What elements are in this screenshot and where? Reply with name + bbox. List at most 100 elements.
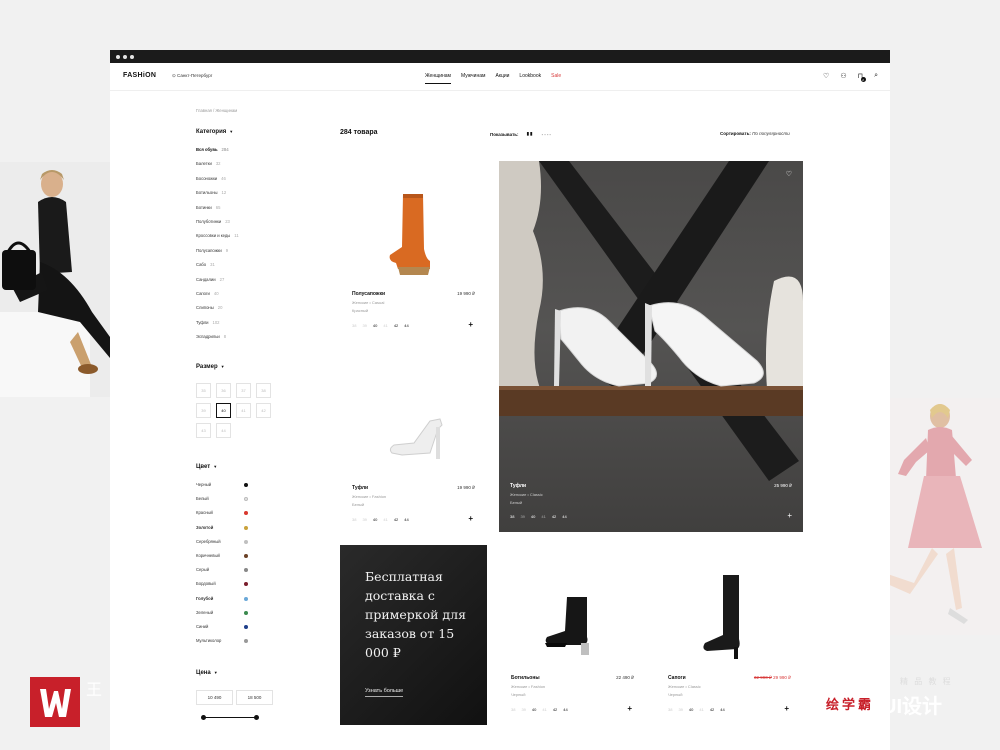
price-to-input[interactable]: 18 500: [236, 690, 273, 705]
size-chip[interactable]: 38: [510, 514, 514, 519]
size-chip[interactable]: 39: [362, 517, 366, 522]
category-item[interactable]: Сандалии 27: [196, 277, 256, 291]
favorite-heart-icon[interactable]: ♡: [786, 170, 792, 178]
category-item[interactable]: Босоножки 46: [196, 176, 256, 190]
product-card[interactable]: Сапоги 32 990 ₽ 29 990 ₽ Женские • Class…: [656, 545, 803, 725]
size-chip[interactable]: 39: [520, 514, 524, 519]
nav-item-women[interactable]: Женщинам: [425, 73, 451, 84]
featured-product-name[interactable]: Туфли: [510, 483, 526, 489]
category-item[interactable]: Сабо 31: [196, 262, 256, 276]
breadcrumb[interactable]: Главная / Женщинам: [196, 108, 237, 113]
color-option[interactable]: Бордовый: [196, 581, 248, 595]
nav-item-lookbook[interactable]: Lookbook: [519, 73, 541, 84]
window-dot[interactable]: [116, 54, 120, 59]
size-chip[interactable]: 44: [404, 323, 408, 328]
category-item[interactable]: Полусапожки 9: [196, 248, 256, 262]
color-option[interactable]: Черный: [196, 482, 248, 496]
size-chip[interactable]: 38: [668, 707, 672, 712]
size-chip[interactable]: 42: [553, 707, 557, 712]
window-dot[interactable]: [123, 54, 127, 59]
add-to-cart-plus-icon[interactable]: +: [468, 320, 473, 329]
size-chip[interactable]: 40: [532, 707, 536, 712]
product-card[interactable]: Полусапожки 19 990 ₽ Женские • Casual Кр…: [340, 161, 487, 341]
size-chip[interactable]: 41: [383, 323, 387, 328]
size-chip[interactable]: 40: [373, 517, 377, 522]
size-chip[interactable]: 44: [404, 517, 408, 522]
price-from-input[interactable]: 10 490: [196, 690, 233, 705]
sort-dropdown[interactable]: Сортировать: По популярности: [720, 131, 790, 136]
color-option[interactable]: Белый: [196, 496, 248, 510]
site-logo[interactable]: FASHiON: [123, 72, 156, 79]
product-image[interactable]: [701, 573, 761, 663]
size-chip[interactable]: 44: [562, 514, 566, 519]
product-name[interactable]: Туфли: [352, 485, 368, 491]
promo-learn-more-link[interactable]: Узнать больше: [365, 688, 404, 697]
color-option[interactable]: Синий: [196, 624, 248, 638]
size-chip[interactable]: 38: [352, 517, 356, 522]
size-chip[interactable]: 39: [678, 707, 682, 712]
size-chip[interactable]: 41: [542, 707, 546, 712]
size-chip[interactable]: 40: [689, 707, 693, 712]
price-range-slider[interactable]: [201, 715, 259, 720]
size-chip[interactable]: 40: [373, 323, 377, 328]
add-to-cart-plus-icon[interactable]: +: [468, 514, 473, 523]
size-option[interactable]: 42: [256, 403, 271, 418]
user-icon[interactable]: ⚇: [840, 72, 846, 85]
product-name[interactable]: Сапоги: [668, 675, 686, 681]
category-item[interactable]: Туфли 102: [196, 320, 256, 334]
color-option[interactable]: Серый: [196, 567, 248, 581]
size-chip[interactable]: 39: [362, 323, 366, 328]
size-chip[interactable]: 41: [541, 514, 545, 519]
color-option[interactable]: Зеленый: [196, 610, 248, 624]
product-image[interactable]: [537, 593, 607, 663]
product-name[interactable]: Полусапожки: [352, 291, 385, 297]
product-card[interactable]: Ботильоны 22 490 ₽ Женские • Fashion Чер…: [499, 545, 646, 725]
category-item[interactable]: Слипоны 20: [196, 305, 256, 319]
size-option[interactable]: 36: [216, 383, 231, 398]
size-option[interactable]: 39: [196, 403, 211, 418]
slider-handle-min[interactable]: [201, 715, 206, 720]
size-chip[interactable]: 44: [563, 707, 567, 712]
nav-item-promos[interactable]: Акции: [495, 73, 509, 84]
product-name[interactable]: Ботильоны: [511, 675, 540, 681]
size-chip[interactable]: 44: [720, 707, 724, 712]
category-item[interactable]: Ботинки 65: [196, 205, 256, 219]
add-to-cart-plus-icon[interactable]: +: [627, 704, 632, 713]
category-item[interactable]: Сапоги 40: [196, 291, 256, 305]
size-option[interactable]: 37: [236, 383, 251, 398]
heart-icon[interactable]: ♡: [823, 72, 829, 85]
size-chip[interactable]: 39: [521, 707, 525, 712]
nav-item-men[interactable]: Мужчинам: [461, 73, 485, 84]
size-chip[interactable]: 41: [699, 707, 703, 712]
color-filter-toggle[interactable]: Цвет ▼: [196, 464, 217, 470]
size-chip[interactable]: 42: [552, 514, 556, 519]
featured-product-image[interactable]: [499, 161, 803, 532]
size-chip[interactable]: 42: [394, 323, 398, 328]
size-chip[interactable]: 38: [511, 707, 515, 712]
size-option[interactable]: 44: [216, 423, 231, 438]
window-dot[interactable]: [130, 54, 134, 59]
size-chip[interactable]: 42: [710, 707, 714, 712]
product-image[interactable]: [380, 413, 450, 473]
price-filter-toggle[interactable]: Цена ▼: [196, 670, 218, 676]
size-option[interactable]: 41: [236, 403, 251, 418]
grid-large-icon[interactable]: ▮▮: [527, 131, 534, 137]
size-option[interactable]: 35: [196, 383, 211, 398]
color-option[interactable]: Мультиколор: [196, 638, 248, 652]
grid-small-icon[interactable]: ▪▪▪▪: [542, 132, 552, 137]
city-selector[interactable]: ⊙ Санкт-Петербург: [172, 73, 212, 79]
product-image[interactable]: [378, 189, 448, 279]
size-option[interactable]: 43: [196, 423, 211, 438]
color-option[interactable]: Золотой: [196, 525, 248, 539]
category-item[interactable]: Балетки 32: [196, 161, 256, 175]
color-option[interactable]: Серебряный: [196, 539, 248, 553]
size-chip[interactable]: 40: [531, 514, 535, 519]
add-to-cart-plus-icon[interactable]: +: [784, 704, 789, 713]
search-icon[interactable]: ⌕: [874, 72, 878, 85]
slider-handle-max[interactable]: [254, 715, 259, 720]
bag-icon[interactable]: ⊓ 2: [858, 72, 866, 85]
nav-item-sale[interactable]: Sale: [551, 73, 561, 84]
color-option[interactable]: Коричневый: [196, 553, 248, 567]
size-option[interactable]: 38: [256, 383, 271, 398]
category-item[interactable]: Вся обувь 284: [196, 147, 256, 161]
